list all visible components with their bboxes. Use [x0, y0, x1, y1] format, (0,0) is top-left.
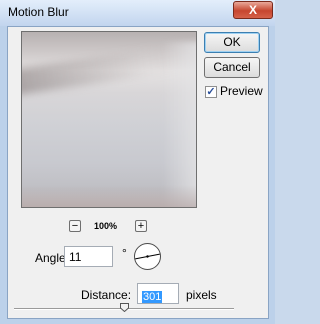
dialog-title: Motion Blur — [8, 5, 69, 19]
distance-label: Distance: — [81, 288, 132, 302]
zoom-out-button[interactable]: − — [69, 220, 81, 232]
distance-input[interactable]: 301 — [137, 283, 179, 304]
close-button[interactable]: X — [233, 1, 273, 19]
title-bar[interactable]: Motion Blur X — [0, 0, 275, 26]
preview-checkbox[interactable]: ✓ — [205, 86, 217, 98]
zoom-in-button[interactable]: + — [135, 220, 147, 232]
motion-blur-dialog: Motion Blur X OK Cancel ✓ Preview − 100%… — [0, 0, 275, 324]
checkmark-icon: ✓ — [206, 86, 216, 98]
angle-dial[interactable] — [133, 242, 162, 271]
ok-button[interactable]: OK — [204, 32, 260, 53]
distance-slider-thumb[interactable] — [119, 303, 129, 312]
close-icon: X — [248, 3, 257, 17]
distance-value: 301 — [142, 291, 163, 303]
preview-image[interactable] — [21, 31, 197, 208]
pixels-unit-label: pixels — [186, 288, 217, 302]
angle-input[interactable]: 11 — [64, 246, 113, 267]
blur-shadow — [22, 185, 196, 207]
degree-symbol: ° — [122, 246, 127, 260]
cancel-button[interactable]: Cancel — [204, 57, 260, 78]
preview-label[interactable]: Preview — [220, 84, 263, 98]
blur-highlight — [162, 42, 196, 207]
zoom-level: 100% — [94, 221, 118, 231]
dialog-body: OK Cancel ✓ Preview − 100% + Angle: 11 °… — [7, 26, 269, 319]
